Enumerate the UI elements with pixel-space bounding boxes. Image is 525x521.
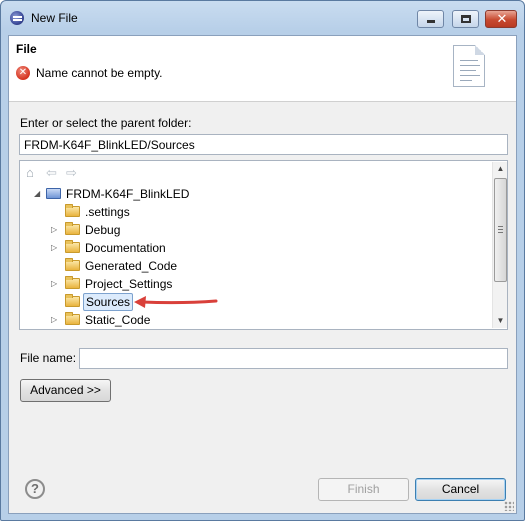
folder-icon — [65, 222, 80, 235]
resize-grip[interactable] — [504, 501, 514, 511]
wizard-header: File ✕ Name cannot be empty. — [9, 36, 516, 102]
help-icon[interactable]: ? — [25, 479, 45, 499]
expand-twisty-icon[interactable]: ▷ — [51, 275, 61, 293]
folder-tree[interactable]: ⌂ ⇦ ⇨ ◢ FRDM-K64F_BlinkLED .settings ▷ D… — [19, 160, 508, 330]
error-icon: ✕ — [16, 66, 30, 80]
tree-item-label: FRDM-K64F_BlinkLED — [66, 187, 190, 201]
maximize-icon — [461, 15, 471, 23]
scroll-down-icon[interactable]: ▼ — [493, 314, 508, 328]
tree-item-label-selected: Sources — [83, 293, 134, 311]
tree-item-label: Debug — [85, 223, 121, 237]
folder-icon — [65, 276, 80, 289]
eclipse-icon — [10, 11, 24, 25]
expand-twisty-icon[interactable]: ▷ — [51, 221, 61, 239]
vertical-scrollbar[interactable]: ▲ ▼ — [492, 162, 507, 328]
close-icon: ✕ — [496, 11, 508, 26]
window-title: New File — [31, 11, 78, 25]
close-button[interactable]: ✕ — [485, 10, 517, 28]
tree-item-label: Documentation — [85, 241, 166, 255]
folder-icon — [65, 204, 80, 217]
page-title: File — [16, 42, 37, 56]
folder-icon — [65, 312, 80, 325]
expand-twisty-icon[interactable]: ▷ — [51, 239, 61, 257]
scroll-up-icon[interactable]: ▲ — [493, 162, 508, 176]
error-message: Name cannot be empty. — [36, 66, 163, 80]
tree-item-label: Static_Code — [85, 313, 151, 327]
home-icon[interactable]: ⌂ — [26, 166, 42, 180]
back-icon[interactable]: ⇦ — [46, 166, 62, 180]
tree-item-label: .settings — [85, 205, 130, 219]
maximize-button[interactable] — [452, 10, 479, 28]
cancel-button[interactable]: Cancel — [415, 478, 506, 501]
expand-twisty-icon[interactable]: ▷ — [51, 311, 61, 329]
tree-item-label: Project_Settings — [85, 277, 173, 291]
forward-icon[interactable]: ⇨ — [66, 166, 82, 180]
title-bar[interactable]: New File ✕ — [1, 1, 524, 35]
folder-icon — [65, 258, 80, 271]
expand-twisty-icon[interactable]: ◢ — [34, 185, 44, 203]
advanced-button[interactable]: Advanced >> — [20, 379, 111, 402]
file-name-label: File name: — [20, 351, 77, 365]
tree-item-label: Generated_Code — [85, 259, 178, 273]
parent-folder-input[interactable]: FRDM-K64F_BlinkLED/Sources — [19, 134, 508, 155]
minimize-button[interactable] — [417, 10, 444, 28]
finish-button[interactable]: Finish — [318, 478, 409, 501]
folder-icon — [65, 240, 80, 253]
scrollbar-thumb[interactable] — [494, 178, 507, 282]
dialog-body: File ✕ Name cannot be empty. Enter or se… — [8, 35, 517, 514]
project-folder-icon — [46, 188, 61, 199]
folder-icon — [65, 294, 80, 307]
document-icon — [453, 45, 485, 87]
parent-folder-label: Enter or select the parent folder: — [20, 116, 192, 130]
file-name-input[interactable] — [79, 348, 508, 369]
new-file-dialog: New File ✕ File ✕ Name cannot be empty. … — [0, 0, 525, 521]
minimize-icon — [427, 20, 435, 23]
